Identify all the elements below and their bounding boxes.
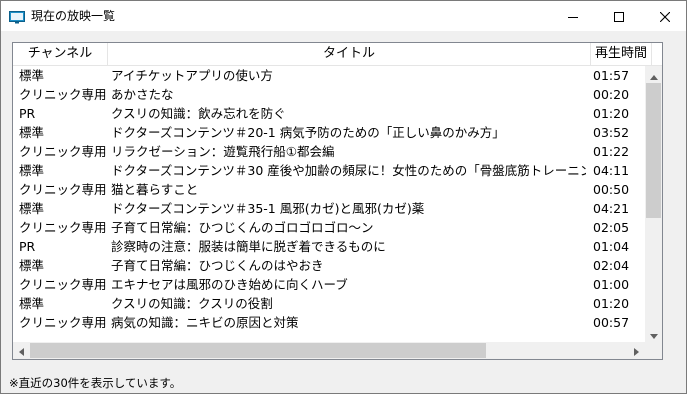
cell-channel: 標準 xyxy=(19,125,45,140)
chevron-left-icon xyxy=(19,341,24,359)
column-header-duration[interactable]: 再生時間 xyxy=(591,43,652,65)
cell-title: リラクゼーション：遊覧飛行船①都会編 xyxy=(111,144,335,159)
cell-title: クスリの知識：飲み忘れを防ぐ xyxy=(111,106,286,121)
column-header-title[interactable]: タイトル xyxy=(108,43,591,65)
horizontal-scrollbar[interactable] xyxy=(13,342,645,359)
cell-channel: 標準 xyxy=(19,258,45,273)
cell-duration: 02:04 xyxy=(593,258,630,273)
cell-title: 診察時の注意：服装は簡単に脱ぎ着できるものに xyxy=(111,239,386,254)
cell-title: クスリの知識：クスリの役割 xyxy=(111,296,273,311)
cell-duration: 03:52 xyxy=(593,125,630,140)
cell-duration: 02:05 xyxy=(593,220,630,235)
window-title: 現在の放映一覧 xyxy=(31,9,116,23)
scroll-up-button[interactable] xyxy=(645,66,662,83)
footer-note: ※直近の30件を表示しています。 xyxy=(9,376,182,390)
list-row[interactable]: 標準 アイチケットアプリの使い方 01:57 xyxy=(13,66,646,85)
cell-channel: クリニック専用 xyxy=(19,315,107,330)
cell-title: 猫と暮らすこと xyxy=(111,182,199,197)
list-row[interactable]: クリニック専用リラクゼーション：遊覧飛行船①都会編01:22ｷ xyxy=(13,142,646,161)
cell-duration: 04:21 xyxy=(593,201,630,216)
cell-duration: 01:20 xyxy=(593,106,630,121)
cell-duration: 00:57 xyxy=(593,315,630,330)
cell-channel: クリニック専用 xyxy=(19,182,107,197)
cell-channel: クリニック専用 xyxy=(19,220,107,235)
maximize-button[interactable] xyxy=(596,1,642,31)
cell-duration: 01:20 xyxy=(593,296,630,311)
cell-channel: 標準 xyxy=(19,201,45,216)
horizontal-scroll-thumb[interactable] xyxy=(30,343,486,358)
column-header-channel[interactable]: チャンネル xyxy=(13,43,108,65)
list-row[interactable]: クリニック専用あかさたな00:20I xyxy=(13,85,646,104)
cell-duration: 01:57 xyxy=(593,68,630,83)
monitor-icon xyxy=(9,9,25,24)
client-area: チャンネル タイトル 再生時間 標準 アイチケットアプリの使い方 01:57 クリニ… xyxy=(1,31,686,393)
cell-channel: クリニック専用 xyxy=(19,277,107,292)
list-row[interactable]: PR クスリの知識：飲み忘れを防ぐ 01:20 xyxy=(13,104,646,123)
cell-title: あかさたな xyxy=(111,87,174,102)
cell-channel: 標準 xyxy=(19,163,45,178)
list-rows: 標準アイチケットアプリの使い方01:57 クリニック専用あかさたな00:20I … xyxy=(13,66,646,342)
cell-title: ドクターズコンテンツ＃35-1 風邪(カゼ)と風邪(カゼ)薬 xyxy=(111,201,425,216)
list-header: チャンネル タイトル 再生時間 xyxy=(13,43,662,66)
cell-channel: クリニック専用 xyxy=(19,144,107,159)
list-row[interactable]: 標準 ドクターズコンテンツ＃20-1 病気予防のための「正しい鼻のかみ方」 03:5… xyxy=(13,123,646,142)
cell-title: アイチケットアプリの使い方 xyxy=(111,68,273,83)
chevron-up-icon xyxy=(649,65,658,84)
maximize-icon xyxy=(614,7,624,26)
scroll-down-button[interactable] xyxy=(645,325,662,342)
cell-title: 子育て日常編：ひつじくんのゴロゴロゴロ〜ン xyxy=(111,220,374,235)
scroll-left-button[interactable] xyxy=(13,342,30,359)
cell-channel: PR xyxy=(19,239,36,254)
cell-channel: 標準 xyxy=(19,296,45,311)
cell-title: エキナセアは風邪のひき始めに向くハーブ xyxy=(111,277,348,292)
cell-title: 病気の知識：ニキビの原因と対策 xyxy=(111,315,299,330)
title-bar[interactable]: 現在の放映一覧 xyxy=(1,1,686,31)
cell-duration: 01:00 xyxy=(593,277,630,292)
app-window: 現在の放映一覧 チャンネル タイトル 再生時間 標準 アイチケットアプリの使い方… xyxy=(0,0,687,394)
cell-duration: 00:20 xyxy=(593,87,630,102)
chevron-down-icon xyxy=(649,324,658,343)
cell-title: 子育て日常編：ひつじくんのはやおき xyxy=(111,258,324,273)
cell-duration: 01:22 xyxy=(593,144,630,159)
cell-duration: 00:50 xyxy=(593,182,630,197)
cell-channel: クリニック専用 xyxy=(19,87,107,102)
list-row[interactable]: クリニック専用猫と暮らすこと00:50I xyxy=(13,180,646,199)
list-row[interactable]: クリニック専用エキナセアは風邪のひき始めに向くハーブ01:00ｷ xyxy=(13,275,646,294)
vertical-scrollbar[interactable] xyxy=(645,66,662,342)
vertical-scroll-thumb[interactable] xyxy=(646,83,661,218)
list-row[interactable]: 標準 子育て日常編：ひつじくんのはやおき 02:04 xyxy=(13,256,646,275)
list-row[interactable]: 標準 クスリの知識：クスリの役割 01:20 xyxy=(13,294,646,313)
cell-title: ドクターズコンテンツ＃20-1 病気予防のための「正しい鼻のかみ方」 xyxy=(111,125,505,140)
scrollbar-corner xyxy=(645,342,662,359)
list-row[interactable]: クリニック専用病気の知識：ニキビの原因と対策00:57ｷ xyxy=(13,313,646,332)
list-row[interactable]: クリニック専用子育て日常編：ひつじくんのゴロゴロゴロ〜ン02:05ｷ xyxy=(13,218,646,237)
close-icon xyxy=(659,7,671,26)
broadcast-list[interactable]: チャンネル タイトル 再生時間 標準 アイチケットアプリの使い方 01:57 クリニ… xyxy=(12,42,663,360)
minimize-icon xyxy=(568,7,578,26)
close-button[interactable] xyxy=(642,1,687,31)
cell-duration: 01:04 xyxy=(593,239,630,254)
scroll-right-button[interactable] xyxy=(628,342,645,359)
chevron-right-icon xyxy=(634,341,639,359)
cell-channel: PR xyxy=(19,106,36,121)
list-row[interactable]: 標準 ドクターズコンテンツ＃35-1 風邪(カゼ)と風邪(カゼ)薬 04:21 xyxy=(13,199,646,218)
cell-channel: 標準 xyxy=(19,68,45,83)
cell-duration: 04:11 xyxy=(593,163,630,178)
list-row[interactable]: PR 診察時の注意：服装は簡単に脱ぎ着できるものに 01:04 xyxy=(13,237,646,256)
list-row[interactable]: 標準 ドクターズコンテンツ＃30 産後や加齢の頻尿に！女性のための「骨盤底筋トレー… xyxy=(13,161,646,180)
minimize-button[interactable] xyxy=(550,1,596,31)
cell-title: ドクターズコンテンツ＃30 産後や加齢の頻尿に！女性のための「骨盤底筋トレーニン… xyxy=(111,163,586,178)
